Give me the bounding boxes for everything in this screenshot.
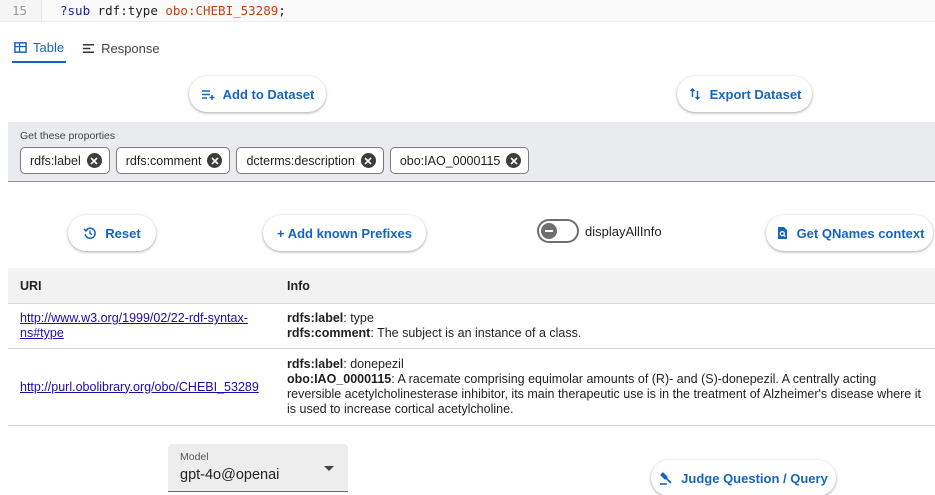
chip-rdfs-comment[interactable]: rdfs:comment bbox=[115, 147, 231, 174]
reset-label: Reset bbox=[105, 225, 141, 241]
tab-table-label: Table bbox=[33, 40, 65, 55]
table-row: http://purl.obolibrary.org/obo/CHEBI_532… bbox=[8, 349, 935, 426]
sort-arrows-icon bbox=[689, 87, 700, 101]
reset-button[interactable]: Reset bbox=[68, 215, 156, 251]
add-known-prefixes-button[interactable]: + Add known Prefixes bbox=[263, 215, 426, 251]
code-variable: ?sub bbox=[60, 3, 91, 18]
result-tabs: Table Response bbox=[12, 38, 162, 63]
chip-rdfs-label[interactable]: rdfs:label bbox=[20, 147, 110, 174]
code-terminator: ; bbox=[278, 3, 286, 18]
property-chips: rdfs:label rdfs:comment dcterms:descript… bbox=[20, 147, 530, 174]
table-header: URI Info bbox=[8, 268, 935, 304]
export-dataset-button[interactable]: Export Dataset bbox=[677, 76, 812, 112]
chip-label: rdfs:comment bbox=[125, 153, 202, 168]
remove-chip-icon[interactable] bbox=[86, 153, 102, 168]
table-row: http://www.w3.org/1999/02/22-rdf-syntax-… bbox=[8, 304, 935, 349]
toggle-label: displayAllInfo bbox=[585, 223, 662, 239]
model-select[interactable]: Model gpt-4o@openai bbox=[168, 444, 348, 492]
get-qnames-context-label: Get QNames context bbox=[796, 225, 925, 241]
display-all-info-toggle[interactable]: displayAllInfo bbox=[537, 219, 662, 243]
remove-chip-icon[interactable] bbox=[207, 153, 223, 168]
remove-chip-icon[interactable] bbox=[360, 153, 376, 168]
lines-icon bbox=[83, 44, 95, 53]
code-text[interactable]: ?sub rdf:type obo:CHEBI_53289; bbox=[42, 3, 286, 18]
add-known-prefixes-label: + Add known Prefixes bbox=[277, 225, 412, 241]
playlist-add-icon bbox=[201, 90, 215, 100]
column-header-uri: URI bbox=[20, 278, 42, 293]
add-to-dataset-button[interactable]: Add to Dataset bbox=[189, 76, 326, 112]
tab-table[interactable]: Table bbox=[12, 38, 67, 63]
results-table: URI Info http://www.w3.org/1999/02/22-rd… bbox=[8, 268, 935, 426]
query-editor-line[interactable]: 15 ?sub rdf:type obo:CHEBI_53289; bbox=[0, 0, 935, 22]
remove-chip-icon[interactable] bbox=[506, 153, 522, 168]
properties-caption: Get these proporties bbox=[20, 130, 116, 142]
export-dataset-label: Export Dataset bbox=[709, 86, 802, 102]
tab-response-label: Response bbox=[101, 41, 160, 56]
uri-link[interactable]: http://www.w3.org/1999/02/22-rdf-syntax-… bbox=[20, 311, 248, 340]
judge-label: Judge Question / Query bbox=[681, 470, 828, 486]
properties-field[interactable]: Get these proporties rdfs:label rdfs:com… bbox=[8, 122, 935, 182]
chip-label: obo:IAO_0000115 bbox=[399, 153, 501, 168]
uri-link[interactable]: http://purl.obolibrary.org/obo/CHEBI_532… bbox=[20, 380, 259, 394]
get-qnames-context-button[interactable]: Get QNames context bbox=[766, 215, 933, 251]
column-header-info: Info bbox=[287, 278, 310, 293]
uri-cell: http://purl.obolibrary.org/obo/CHEBI_532… bbox=[8, 380, 279, 395]
add-to-dataset-label: Add to Dataset bbox=[222, 86, 315, 102]
info-entry: rdfs:comment: The subject is an instance… bbox=[287, 326, 582, 340]
toggle-switch[interactable] bbox=[537, 219, 579, 243]
uri-cell: http://www.w3.org/1999/02/22-rdf-syntax-… bbox=[8, 311, 279, 341]
gavel-icon bbox=[660, 472, 672, 485]
tab-response[interactable]: Response bbox=[80, 38, 162, 63]
model-select-value: gpt-4o@openai bbox=[180, 467, 280, 483]
model-select-label: Model bbox=[180, 451, 209, 463]
info-entry: rdfs:label: type bbox=[287, 311, 374, 325]
chip-label: dcterms:description bbox=[246, 153, 355, 168]
chip-label: rdfs:label bbox=[30, 153, 81, 168]
table-icon bbox=[14, 42, 27, 53]
history-icon bbox=[83, 227, 97, 240]
line-number: 15 bbox=[0, 0, 42, 21]
code-object: obo:CHEBI_53289 bbox=[165, 3, 279, 18]
chip-obo-iao[interactable]: obo:IAO_0000115 bbox=[389, 147, 530, 174]
judge-question-query-button[interactable]: Judge Question / Query bbox=[651, 460, 836, 495]
code-predicate: rdf:type bbox=[90, 3, 166, 18]
info-entry: rdfs:label: donepezil bbox=[287, 357, 404, 371]
info-cell: rdfs:label: donepezil obo:IAO_0000115: A… bbox=[279, 357, 935, 417]
toggle-thumb bbox=[541, 223, 557, 239]
dropdown-arrow-icon bbox=[324, 466, 334, 471]
chip-dcterms-description[interactable]: dcterms:description bbox=[236, 147, 384, 174]
document-search-icon bbox=[777, 227, 787, 239]
info-cell: rdfs:label: type rdfs:comment: The subje… bbox=[279, 311, 935, 341]
info-entry: obo:IAO_0000115: A racemate comprising e… bbox=[287, 372, 921, 416]
